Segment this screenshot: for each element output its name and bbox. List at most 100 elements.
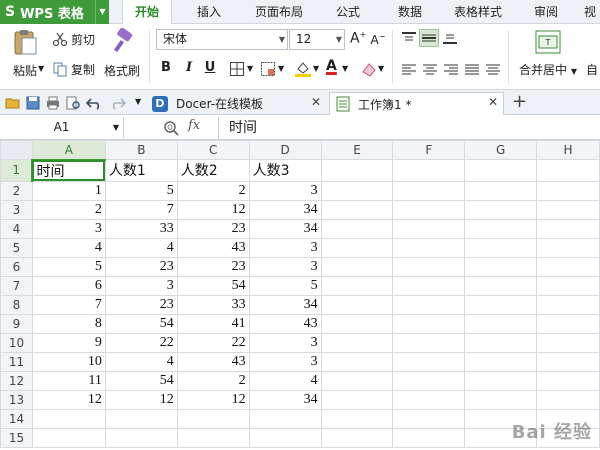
cell-h11[interactable] xyxy=(536,351,600,372)
cell-a4[interactable]: 3 xyxy=(31,218,106,239)
cell-d10[interactable]: 3 xyxy=(248,332,322,353)
cell-d9[interactable]: 43 xyxy=(248,313,322,334)
align-middle-icon[interactable] xyxy=(419,29,439,47)
cell-a11[interactable]: 10 xyxy=(31,351,106,372)
cell-c5[interactable]: 43 xyxy=(176,237,250,258)
cell-style-caret-icon[interactable]: ▼ xyxy=(278,64,284,73)
align-top-icon[interactable] xyxy=(402,32,416,44)
cell-b10[interactable]: 22 xyxy=(104,332,178,353)
align-bottom-icon[interactable] xyxy=(443,32,457,44)
cell-g11[interactable] xyxy=(464,351,538,372)
cell-f1[interactable] xyxy=(392,159,466,182)
new-tab-icon[interactable]: + xyxy=(512,91,527,112)
cell-g4[interactable] xyxy=(464,218,538,239)
row-header[interactable]: 1 xyxy=(0,159,34,182)
row-header[interactable]: 8 xyxy=(0,294,33,315)
app-menu-button[interactable]: S WPS 表格 ▼ xyxy=(0,0,109,24)
cell-g1[interactable] xyxy=(464,159,538,182)
underline-button[interactable]: U xyxy=(202,60,218,75)
column-header-h[interactable]: H xyxy=(536,140,600,160)
cell-h4[interactable] xyxy=(536,218,600,239)
cell-e5[interactable] xyxy=(320,237,394,258)
cell-g13[interactable] xyxy=(464,389,538,410)
shrink-font-button[interactable]: A− xyxy=(370,32,386,47)
zoom-icon[interactable]: Q xyxy=(163,120,179,136)
cell-f9[interactable] xyxy=(392,313,466,334)
cut-button[interactable]: 剪切 xyxy=(52,30,95,48)
cell-e1[interactable] xyxy=(320,159,394,182)
save-icon[interactable] xyxy=(25,95,41,111)
cell-e7[interactable] xyxy=(320,275,394,296)
cell-b12[interactable]: 54 xyxy=(104,370,178,391)
align-right-icon[interactable] xyxy=(444,64,458,76)
cell-c15[interactable] xyxy=(176,427,250,448)
cell-d3[interactable]: 34 xyxy=(248,199,322,220)
row-header[interactable]: 4 xyxy=(0,218,33,239)
cell-a2[interactable]: 1 xyxy=(31,180,106,201)
row-header[interactable]: 7 xyxy=(0,275,33,296)
column-header-d[interactable]: D xyxy=(248,140,322,160)
cell-c13[interactable]: 12 xyxy=(176,389,250,410)
cell-a1[interactable]: 时间 xyxy=(31,159,106,182)
cell-d1[interactable]: 人数3 xyxy=(248,159,322,182)
close-tab-icon[interactable]: ✕ xyxy=(311,95,321,109)
cell-c1[interactable]: 人数2 xyxy=(176,159,250,182)
cell-h1[interactable] xyxy=(536,159,600,182)
tab-home[interactable]: 开始 xyxy=(122,0,172,25)
italic-button[interactable]: I xyxy=(181,60,197,75)
cell-f11[interactable] xyxy=(392,351,466,372)
tab-page-layout[interactable]: 页面布局 xyxy=(245,0,313,24)
cell-c12[interactable]: 2 xyxy=(176,370,250,391)
cell-c4[interactable]: 23 xyxy=(176,218,250,239)
cell-b6[interactable]: 23 xyxy=(104,256,178,277)
cell-d14[interactable] xyxy=(248,408,322,429)
format-painter-button[interactable]: 格式刷 xyxy=(102,28,142,79)
tab-workbook1[interactable]: 工作簿1 * xyxy=(329,92,504,115)
cell-g7[interactable] xyxy=(464,275,538,296)
cell-e11[interactable] xyxy=(320,351,394,372)
cell-e14[interactable] xyxy=(320,408,394,429)
cell-a8[interactable]: 7 xyxy=(31,294,106,315)
cell-g5[interactable] xyxy=(464,237,538,258)
cell-d11[interactable]: 3 xyxy=(248,351,322,372)
cell-h2[interactable] xyxy=(536,180,600,201)
cell-h6[interactable] xyxy=(536,256,600,277)
cell-d12[interactable]: 4 xyxy=(248,370,322,391)
tab-view[interactable]: 视 xyxy=(580,0,600,24)
cell-c11[interactable]: 43 xyxy=(176,351,250,372)
cell-a7[interactable]: 6 xyxy=(31,275,106,296)
cell-c2[interactable]: 2 xyxy=(176,180,250,201)
cell-b1[interactable]: 人数1 xyxy=(104,159,178,182)
cell-g2[interactable] xyxy=(464,180,538,201)
cell-b15[interactable] xyxy=(104,427,178,448)
cell-a3[interactable]: 2 xyxy=(31,199,106,220)
cell-b8[interactable]: 23 xyxy=(104,294,178,315)
cell-a10[interactable]: 9 xyxy=(31,332,106,353)
align-left-icon[interactable] xyxy=(402,64,416,76)
font-color-icon[interactable]: A xyxy=(326,58,337,74)
cell-h5[interactable] xyxy=(536,237,600,258)
column-header-c[interactable]: C xyxy=(176,140,250,160)
cell-a15[interactable] xyxy=(31,427,106,448)
cell-e4[interactable] xyxy=(320,218,394,239)
copy-button[interactable]: 复制 xyxy=(52,60,95,78)
clear-format-caret-icon[interactable]: ▼ xyxy=(378,64,384,73)
cell-b9[interactable]: 54 xyxy=(104,313,178,334)
row-header[interactable]: 3 xyxy=(0,199,33,220)
row-header[interactable]: 11 xyxy=(0,351,33,372)
column-header-f[interactable]: F xyxy=(392,140,466,160)
cell-d13[interactable]: 34 xyxy=(248,389,322,410)
tab-insert[interactable]: 插入 xyxy=(183,0,235,24)
tab-data[interactable]: 数据 xyxy=(384,0,436,24)
font-name-select[interactable]: 宋体 ▼ xyxy=(156,29,288,50)
cell-b3[interactable]: 7 xyxy=(104,199,178,220)
cell-c3[interactable]: 12 xyxy=(176,199,250,220)
cell-f2[interactable] xyxy=(392,180,466,201)
cell-f7[interactable] xyxy=(392,275,466,296)
cell-e8[interactable] xyxy=(320,294,394,315)
row-header[interactable]: 5 xyxy=(0,237,33,258)
undo-icon[interactable] xyxy=(86,95,102,111)
borders-icon[interactable] xyxy=(229,61,245,77)
cell-f4[interactable] xyxy=(392,218,466,239)
tab-formulas[interactable]: 公式 xyxy=(322,0,374,24)
